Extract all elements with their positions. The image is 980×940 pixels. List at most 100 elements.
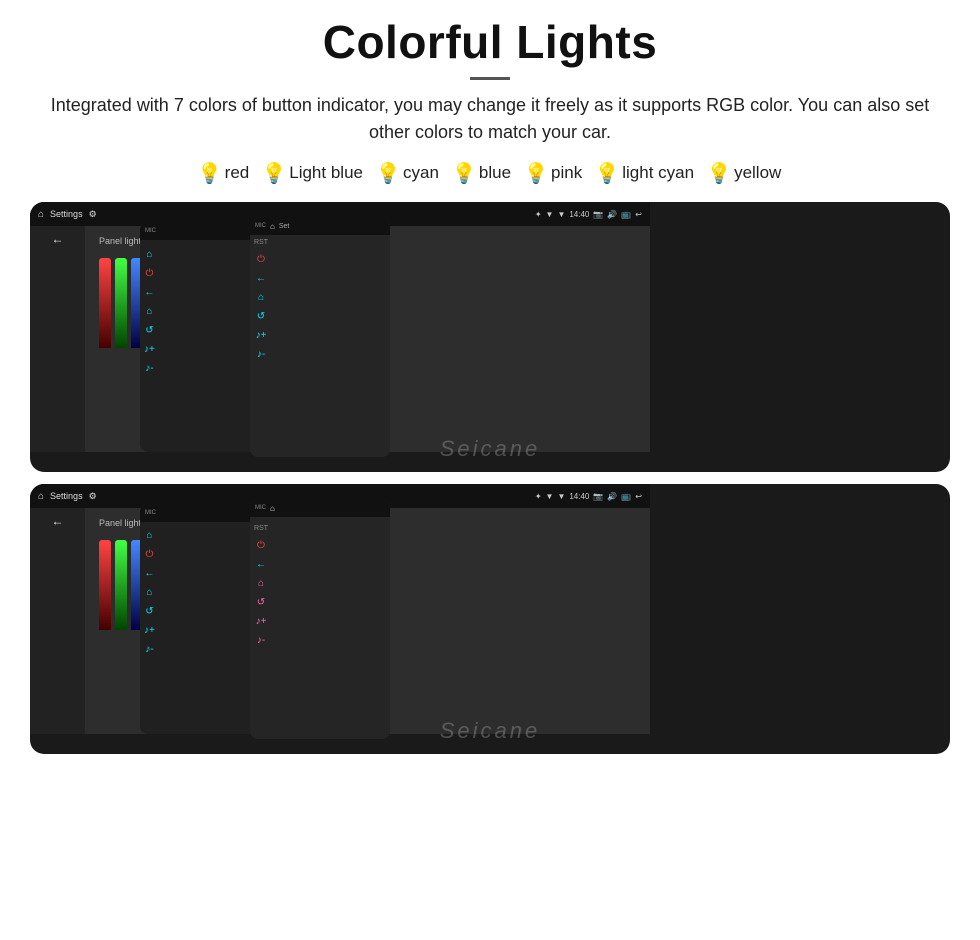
back-icon-2: ← [144,287,154,298]
mini-sidebar-2: ⌂ ⏻ ← ⌂ ↺ ♪+ ♪- [140,245,159,452]
b-vdn-2: ♪- [145,644,153,655]
volume-icon: 🔊 [607,210,617,219]
lightcyan-bulb-icon: 💡 [596,160,618,186]
vol-dn-2: ♪- [145,363,153,374]
description-text: Integrated with 7 colors of button indic… [40,92,940,146]
b-camera-icon: 📷 [593,492,603,501]
color-item-pink: 💡 pink [525,160,582,186]
b-home-2: ⌂ [146,530,152,541]
ret-icon-1: ↺ [257,311,265,322]
stacked-screens-top: MIC RST ⌂ ⏻ ← ⌂ ↺ ♪+ ♪- [30,202,950,472]
color-item-red: 💡 red [199,160,250,186]
b-back-2: ← [144,568,154,579]
b-home-label: ⌂ [270,504,275,513]
mini-sidebar-1: RST ⏻ ← ⌂ ↺ ♪+ ♪- [250,235,272,457]
b-rst-1: RST [254,525,268,532]
screen-sidebar-top: ← [30,226,85,452]
screen-sidebar-bottom: ← [30,508,85,734]
b-mini-topbar-1: MIC ⌂ [250,499,390,517]
time-display: 14:40 [569,210,589,219]
color-item-cyan: 💡 cyan [377,160,439,186]
b-wifi-icon: ▼ [546,492,554,501]
bottom-side-screen-1: MIC ⌂ RST ⏻ ← ⌂ ↺ ♪+ ♪- [250,499,390,739]
b-mini-sidebar-1: RST ⏻ ← ⌂ ↺ ♪+ ♪- [250,521,272,739]
b-mini-sidebar-2: ⌂ ⏻ ← ⌂ ↺ ♪+ ♪- [140,526,159,734]
home-icon-2: ⌂ [146,249,152,260]
b-topbar-right: ✦ ▼ ▼ 14:40 📷 🔊 📺 ↩ [535,492,642,501]
color-row: 💡 red 💡 Light blue 💡 cyan 💡 blue 💡 pink … [199,160,782,186]
page-container: Colorful Lights Integrated with 7 colors… [0,0,980,940]
page-title: Colorful Lights [323,15,658,69]
b-nav-2: ⌂ [146,587,152,598]
bluetooth-icon: ✦ [535,210,542,219]
side-screen-1: MIC ⌂ Set RST ⏻ ← ⌂ ↺ ♪+ ♪- [250,217,390,457]
mic-label-2: MIC [145,228,156,234]
mini-topbar-1: MIC ⌂ Set [250,217,390,235]
back-icon-1: ← [256,273,266,284]
b-vup-1: ♪+ [256,616,267,627]
mic-label-1: MIC [255,223,266,229]
b-mic-2: MIC [145,510,156,516]
settings-label-1: Set [279,223,290,230]
cyan-bulb-icon: 💡 [377,160,399,186]
b-back-arrow-btn[interactable]: ← [52,514,64,528]
color-label-lightblue: Light blue [289,163,363,183]
topbar-right: ✦ ▼ ▼ 14:40 📷 🔊 📺 ↩ [535,210,642,219]
back-icon[interactable]: ↩ [635,210,642,219]
red-bulb-icon: 💡 [199,160,221,186]
color-label-cyan: cyan [403,163,439,183]
b-topbar-left: ⌂ Settings ⚙ [38,491,97,502]
title-divider [470,77,510,80]
color-item-lightcyan: 💡 light cyan [596,160,694,186]
nav-icon-1: ⌂ [258,292,264,303]
b-back-1: ← [256,559,266,570]
vol-dn-1: ♪- [257,349,265,360]
rst-icon-1: RST [254,239,268,246]
color-label-blue: blue [479,163,511,183]
b-volume-icon: 🔊 [607,492,617,501]
vol-up-2: ♪+ [144,344,155,355]
b-settings-icon: ⚙ [89,491,97,502]
panel-sliders-top [99,258,143,348]
color-item-yellow: 💡 yellow [708,160,781,186]
color-label-pink: pink [551,163,582,183]
color-item-blue: 💡 blue [453,160,511,186]
blue-bulb-icon: 💡 [453,160,475,186]
back-arrow-btn[interactable]: ← [52,232,64,246]
tv-icon: 📺 [621,210,631,219]
color-label-lightcyan: light cyan [622,163,694,183]
b-tv-icon: 📺 [621,492,631,501]
b-power-2: ⏻ [145,549,153,560]
lightblue-bulb-icon: 💡 [263,160,285,186]
yellow-bulb-icon: 💡 [708,160,730,186]
settings-icon: ⚙ [89,209,97,220]
color-item-lightblue: 💡 Light blue [263,160,363,186]
b-ret-2: ↺ [145,606,153,617]
nav-icon-2: ⌂ [146,306,152,317]
wifi-icon: ▼ [546,210,554,219]
power-icon-1: ⏻ [257,254,265,265]
stacked-screens-bottom: MIC ⌂ ⏻ ← ⌂ ↺ ♪+ ♪- [30,484,950,754]
b-power-1: ⏻ [257,540,265,551]
power-icon-2: ⏻ [145,268,153,279]
camera-icon: 📷 [593,210,603,219]
b-home-btn[interactable]: ⌂ [38,491,44,502]
b-time-display: 14:40 [569,492,589,501]
pink-bulb-icon: 💡 [525,160,547,186]
color-label-red: red [225,163,250,183]
home-btn[interactable]: ⌂ [38,209,44,220]
vol-up-1: ♪+ [256,330,267,341]
b-bluetooth-icon: ✦ [535,492,542,501]
b-vup-2: ♪+ [144,625,155,636]
b-signal-icon: ▼ [557,492,565,501]
b-back-icon[interactable]: ↩ [635,492,642,501]
panel-sliders-bottom [99,540,143,630]
settings-btn[interactable]: Settings [50,209,83,219]
topbar-left: ⌂ Settings ⚙ [38,209,97,220]
home-label-1: ⌂ [270,222,275,231]
bottom-screen-group: MIC ⌂ ⏻ ← ⌂ ↺ ♪+ ♪- [30,484,950,754]
screens-section: MIC RST ⌂ ⏻ ← ⌂ ↺ ♪+ ♪- [30,202,950,754]
ret-icon-2: ↺ [145,325,153,336]
b-vdn-1: ♪- [257,635,265,646]
b-settings-btn[interactable]: Settings [50,491,83,501]
